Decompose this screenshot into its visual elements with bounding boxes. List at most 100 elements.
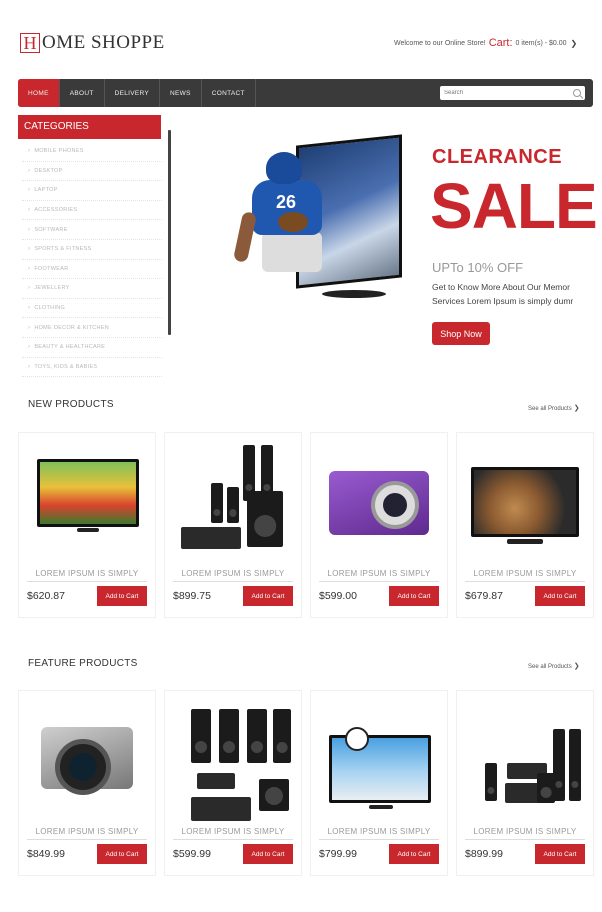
categories-heading: CATEGORIES [18,115,161,139]
shop-now-button[interactable]: Shop Now [432,322,490,345]
product-name[interactable]: LOREM IPSUM IS SIMPLY [311,827,447,836]
category-item[interactable]: › JEWELLERY [22,279,162,299]
product-card[interactable]: LOREM IPSUM IS SIMPLY $899.75 Add to Car… [164,432,302,618]
add-to-cart-button[interactable]: Add to Cart [389,844,439,864]
football-player-image: 26 [232,152,338,277]
product-name[interactable]: LOREM IPSUM IS SIMPLY [457,569,593,578]
cart-summary[interactable]: 0 item(s) - $0.00 [516,40,567,47]
banner-text: Get to Know More About Our Memor Service… [432,280,592,308]
category-item[interactable]: › SPORTS & FITNESS [22,240,162,260]
category-item[interactable]: › MOBILE PHONES [22,142,162,162]
nav-home[interactable]: HOME [18,79,60,107]
banner-sale: SALE [430,170,598,242]
category-item[interactable]: › LAPTOP [22,181,162,201]
chevron-right-icon: › [28,226,31,233]
product-price: $599.99 [173,848,211,860]
see-all-new-link[interactable]: See all Products ❯ [528,404,580,412]
category-list: › MOBILE PHONES › DESKTOP › LAPTOP › ACCESSO… [22,142,162,378]
category-item[interactable]: › HOME DECOR & KITCHEN [22,318,162,338]
chevron-right-icon: › [28,305,31,312]
welcome-cart-bar: Welcome to our Online Store! Cart: 0 ite… [394,37,577,49]
feature-products-title: FEATURE PRODUCTS [28,658,138,669]
chevron-right-icon: › [28,363,31,370]
sidebar-divider [168,130,171,335]
add-to-cart-button[interactable]: Add to Cart [243,586,293,606]
product-card[interactable]: LOREM IPSUM IS SIMPLY $899.99 Add to Car… [456,690,594,876]
search-icon[interactable] [573,89,581,97]
product-price: $899.75 [173,590,211,602]
cart-label[interactable]: Cart: [489,37,513,49]
logo-text: OME SHOPPE [42,32,165,53]
dslr-camera-icon [29,701,145,816]
product-name[interactable]: LOREM IPSUM IS SIMPLY [457,827,593,836]
product-card[interactable]: LOREM IPSUM IS SIMPLY $849.99 Add to Car… [18,690,156,876]
product-price: $620.87 [27,590,65,602]
home-theater-icon [175,443,291,558]
product-name[interactable]: LOREM IPSUM IS SIMPLY [19,827,155,836]
nav-delivery[interactable]: DELIVERY [105,79,161,107]
search-input[interactable] [444,90,569,96]
banner-text-line: Services Lorem Ipsum is simply dumr [432,296,574,306]
chevron-right-icon: › [28,324,31,331]
chevron-right-icon: › [28,265,31,272]
product-name[interactable]: LOREM IPSUM IS SIMPLY [19,569,155,578]
welcome-text: Welcome to our Online Store! [394,39,486,47]
add-to-cart-button[interactable]: Add to Cart [389,586,439,606]
add-to-cart-button[interactable]: Add to Cart [97,844,147,864]
compact-camera-icon [321,443,437,558]
product-card[interactable]: LOREM IPSUM IS SIMPLY $679.87 Add to Car… [456,432,594,618]
product-price: $799.99 [319,848,357,860]
chevron-right-icon: › [28,148,31,155]
flat-tv-icon [29,443,145,558]
banner-tv-image: 26 [232,134,408,310]
category-item[interactable]: › CLOTHING [22,299,162,319]
product-price: $599.00 [319,590,357,602]
search-box [440,86,585,100]
home-theater-system-icon [467,701,583,816]
tv-soccer-icon [321,701,437,816]
add-to-cart-button[interactable]: Add to Cart [535,844,585,864]
logo-letter: H [20,33,40,53]
football-icon [278,212,308,232]
jersey-number: 26 [276,192,297,212]
banner-headline: CLEARANCE [432,146,563,168]
product-name[interactable]: LOREM IPSUM IS SIMPLY [311,569,447,578]
nav-about[interactable]: ABOUT [60,79,105,107]
nav-contact[interactable]: CONTACT [202,79,256,107]
category-item[interactable]: › BEAUTY & HEALTHCARE [22,338,162,358]
category-item[interactable]: › DESKTOP [22,162,162,182]
product-price: $899.99 [465,848,503,860]
add-to-cart-button[interactable]: Add to Cart [535,586,585,606]
product-card[interactable]: LOREM IPSUM IS SIMPLY $599.99 Add to Car… [164,690,302,876]
chevron-right-icon[interactable]: ❯ [571,39,578,48]
product-card[interactable]: LOREM IPSUM IS SIMPLY $620.87 Add to Car… [18,432,156,618]
tv-stand [322,290,386,298]
store-logo[interactable]: H OME SHOPPE [20,32,165,54]
chevron-right-icon: › [28,344,31,351]
chevron-right-icon: › [28,246,31,253]
product-card[interactable]: LOREM IPSUM IS SIMPLY $799.99 Add to Car… [310,690,448,876]
monitor-icon [467,443,583,558]
product-card[interactable]: LOREM IPSUM IS SIMPLY $599.00 Add to Car… [310,432,448,618]
main-nav: HOME ABOUT DELIVERY NEWS CONTACT [18,79,593,107]
chevron-right-icon: › [28,285,31,292]
chevron-right-icon: ❯ [573,663,580,670]
chevron-right-icon: ❯ [573,405,580,412]
product-name[interactable]: LOREM IPSUM IS SIMPLY [165,827,301,836]
chevron-right-icon: › [28,207,31,214]
chevron-right-icon: › [28,167,31,174]
new-products-title: NEW PRODUCTS [28,399,114,410]
add-to-cart-button[interactable]: Add to Cart [97,586,147,606]
category-item[interactable]: › SOFTWARE [22,220,162,240]
category-item[interactable]: › TOYS, KIDS & BABIES [22,358,162,378]
category-item[interactable]: › FOOTWEAR [22,260,162,280]
product-name[interactable]: LOREM IPSUM IS SIMPLY [165,569,301,578]
speaker-set-icon [175,701,291,821]
category-item[interactable]: › ACCESSORIES [22,201,162,221]
chevron-right-icon: › [28,187,31,194]
banner-subheadline: UPTo 10% OFF [432,260,524,275]
add-to-cart-button[interactable]: Add to Cart [243,844,293,864]
nav-news[interactable]: NEWS [160,79,202,107]
see-all-feature-link[interactable]: See all Products ❯ [528,662,580,670]
product-price: $849.99 [27,848,65,860]
